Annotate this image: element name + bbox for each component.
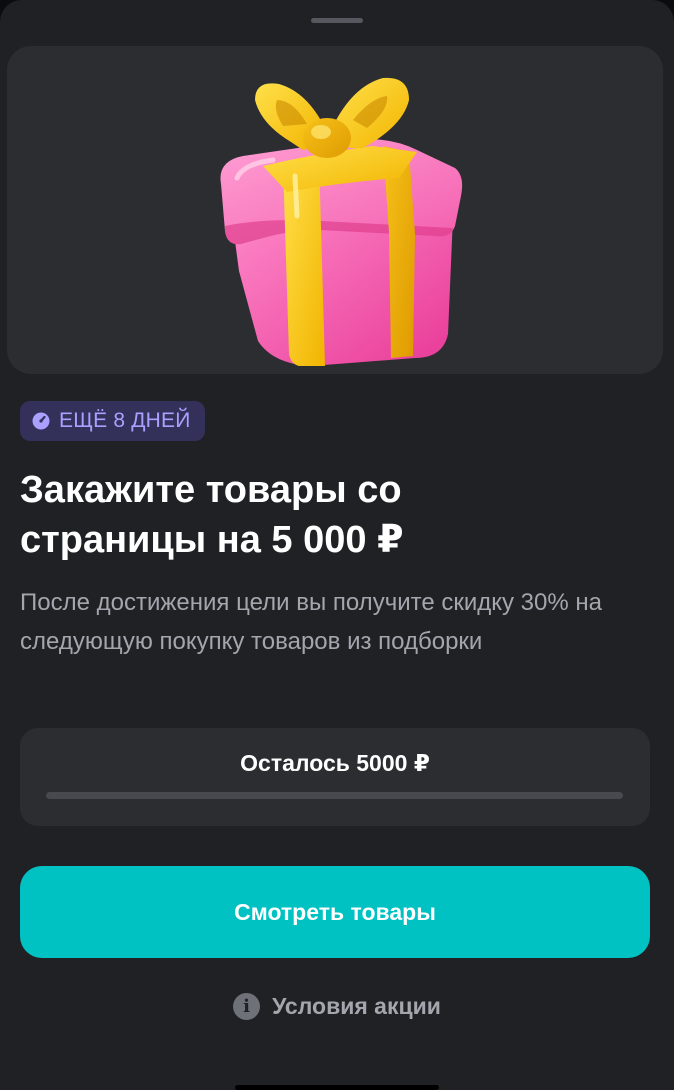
promo-description: После достижения цели вы получите скидку… xyxy=(20,589,602,655)
hero-image-card xyxy=(7,46,663,374)
info-icon: i xyxy=(233,992,261,1020)
sheet-grabber[interactable] xyxy=(311,18,363,23)
promo-title-line-1: Закажите товары со xyxy=(20,469,402,511)
view-products-button[interactable]: Смотреть товары xyxy=(20,866,650,958)
clock-icon xyxy=(32,412,50,430)
promo-title: Закажите товары со страницы на 5 000 ₽ xyxy=(20,465,640,565)
promo-terms-label: Условия акции xyxy=(272,992,441,1019)
progress-label: Осталось 5000 ₽ xyxy=(240,750,430,776)
home-indicator xyxy=(235,1085,439,1090)
progress-card: Осталось 5000 ₽ xyxy=(20,728,650,826)
bottom-sheet: ЕЩЁ 8 ДНЕЙ Закажите товары со страницы н… xyxy=(0,0,674,1090)
days-left-text: ЕЩЁ 8 ДНЕЙ xyxy=(59,409,191,432)
promo-title-line-2: страницы на 5 000 ₽ xyxy=(20,519,404,561)
promo-terms-link[interactable]: i Условия акции xyxy=(0,986,674,1026)
progress-bar xyxy=(46,792,623,799)
gift-box-icon xyxy=(220,77,463,366)
days-left-badge: ЕЩЁ 8 ДНЕЙ xyxy=(20,401,205,441)
